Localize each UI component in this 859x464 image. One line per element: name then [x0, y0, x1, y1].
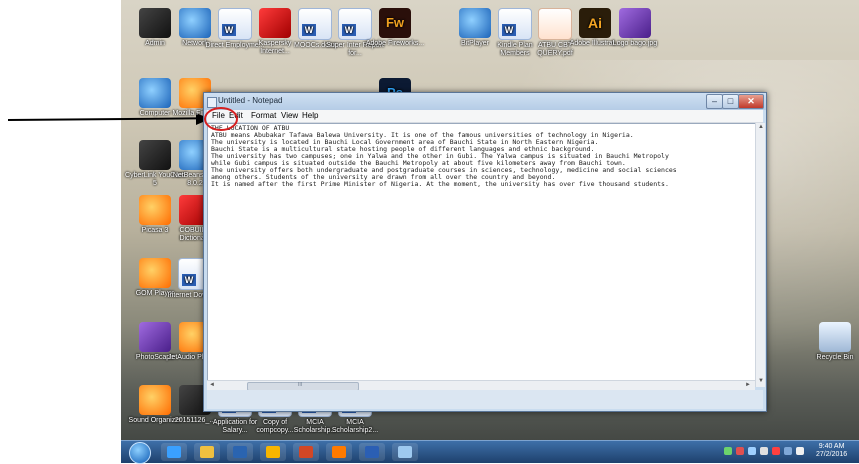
image-file-icon [619, 8, 651, 38]
taskbar-button[interactable] [293, 443, 319, 461]
fireworks-icon: Fw [379, 8, 411, 38]
tray-network-icon[interactable] [748, 447, 756, 455]
notepad-titlebar[interactable]: Untitled - Notepad – □ ✕ [204, 93, 766, 110]
desktop-icon-label: Adobe Fireworks... [365, 40, 425, 47]
vertical-scrollbar[interactable]: ▲ ▼ [755, 123, 765, 387]
taskbar-button[interactable] [359, 443, 385, 461]
tray-volume-icon[interactable] [796, 447, 804, 455]
taskbar-button[interactable] [161, 443, 187, 461]
taskbar-button[interactable] [392, 443, 418, 461]
taskbar-button[interactable] [227, 443, 253, 461]
powerpoint-icon [299, 446, 313, 458]
desktop-icon[interactable]: Recycle Bin [805, 322, 859, 362]
firefox-icon [332, 446, 346, 458]
menu-bar: File Edit Format View Help [207, 110, 763, 123]
scroll-down-icon[interactable]: ▼ [758, 378, 764, 384]
window-title: Untitled - Notepad [218, 96, 283, 105]
notepad-window[interactable]: Untitled - Notepad – □ ✕ File Edit Forma… [203, 92, 767, 412]
tray-arrow-icon[interactable] [724, 447, 732, 455]
scroll-right-icon[interactable]: ► [745, 382, 751, 388]
file-menu-highlight-circle [204, 107, 238, 131]
horizontal-scrollbar[interactable]: ◄ III ► [207, 380, 755, 391]
desktop-icon-label: Logo bago.jpg [612, 40, 658, 47]
taskbar: 9:40 AM 27/2/2016 [121, 440, 859, 464]
minimize-button[interactable]: – [706, 94, 723, 109]
clock-time: 9:40 AM [818, 443, 845, 450]
maximize-button[interactable]: □ [722, 94, 739, 109]
tray-alert-icon[interactable] [772, 447, 780, 455]
taskbar-button[interactable] [194, 443, 220, 461]
file-explorer-icon [200, 446, 214, 458]
menu-view[interactable]: View [281, 111, 298, 120]
notepad-app-icon [207, 97, 217, 108]
scroll-up-icon[interactable]: ▲ [758, 124, 764, 130]
scroll-left-icon[interactable]: ◄ [209, 382, 215, 388]
desktop-icon[interactable]: Fw Adobe Fireworks... [365, 8, 425, 48]
tray-antivirus-icon[interactable] [736, 447, 744, 455]
menu-help[interactable]: Help [302, 111, 318, 120]
recycle-bin-icon [819, 322, 851, 352]
desktop-icon[interactable]: Logo bago.jpg [605, 8, 665, 48]
word-icon [365, 446, 379, 458]
close-button[interactable]: ✕ [738, 94, 764, 109]
tray-power-icon[interactable] [760, 447, 768, 455]
chrome-icon [266, 446, 280, 458]
desktop-icon-label: MCIA Scholarship2... [331, 419, 379, 434]
taskbar-button[interactable] [326, 443, 352, 461]
clock-date: 27/2/2016 [816, 451, 848, 458]
media-player-icon [233, 446, 247, 458]
tray-bluetooth-icon[interactable] [784, 447, 792, 455]
taskbar-button[interactable] [260, 443, 286, 461]
notepad-icon [398, 446, 412, 458]
menu-format[interactable]: Format [251, 111, 276, 120]
window-bottom-frame [207, 390, 763, 409]
scroll-thumb-grip: III [298, 382, 303, 388]
text-editor[interactable]: THE LOCATION OF ATBU ATBU means Abubakar… [207, 123, 761, 382]
start-button[interactable] [129, 442, 151, 464]
desktop-icon-label: Recycle Bin [816, 354, 854, 361]
internet-explorer-icon [167, 446, 181, 458]
clock[interactable]: 9:40 AM 27/2/2016 [816, 443, 847, 459]
